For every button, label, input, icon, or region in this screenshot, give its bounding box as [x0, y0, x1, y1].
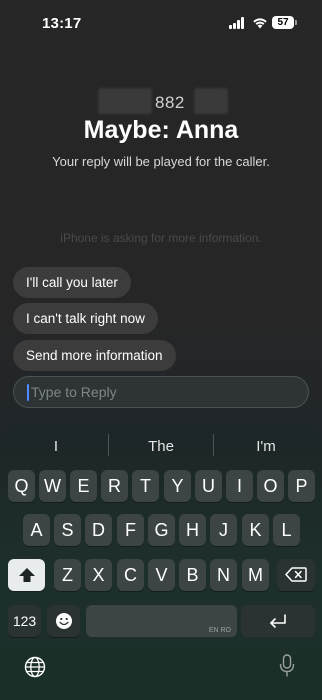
quick-reply-send-info[interactable]: Send more information	[13, 340, 176, 371]
key-h[interactable]: H	[179, 514, 206, 546]
return-key[interactable]	[241, 605, 315, 637]
key-e[interactable]: E	[70, 470, 97, 502]
key-p[interactable]: P	[288, 470, 315, 502]
key-l[interactable]: L	[273, 514, 300, 546]
key-r[interactable]: R	[101, 470, 128, 502]
space-key[interactable]: EN RO	[86, 605, 237, 637]
prediction-3[interactable]: I'm	[213, 438, 319, 455]
key-u[interactable]: U	[195, 470, 222, 502]
caller-number: 882	[155, 93, 185, 112]
quick-reply-call-later[interactable]: I'll call you later	[13, 267, 131, 298]
redacted-number-right	[194, 88, 228, 114]
shift-key[interactable]	[8, 559, 45, 591]
key-w[interactable]: W	[39, 470, 66, 502]
caller-name: Maybe: Anna	[83, 116, 239, 144]
key-m[interactable]: M	[242, 559, 269, 591]
status-time: 13:17	[42, 15, 82, 32]
delete-icon	[285, 567, 307, 582]
numbers-key[interactable]: 123	[8, 605, 41, 637]
key-a[interactable]: A	[23, 514, 50, 546]
signal-icon	[229, 17, 247, 29]
key-c[interactable]: C	[117, 559, 144, 591]
caller-subtitle: Your reply will be played for the caller…	[52, 154, 270, 169]
key-k[interactable]: K	[242, 514, 269, 546]
status-bar: 13:17 57	[0, 0, 322, 44]
microphone-icon[interactable]	[279, 654, 295, 678]
redacted-number-left	[98, 88, 152, 114]
keyboard: I The I'm Q W E R T Y U I O P A S D F G …	[0, 424, 322, 700]
quick-reply-cant-talk[interactable]: I can't talk right now	[13, 303, 158, 334]
key-i[interactable]: I	[226, 470, 253, 502]
text-cursor	[27, 384, 29, 401]
key-d[interactable]: D	[85, 514, 112, 546]
globe-icon[interactable]	[24, 656, 46, 678]
key-g[interactable]: G	[148, 514, 175, 546]
key-s[interactable]: S	[54, 514, 81, 546]
prediction-2[interactable]: The	[108, 438, 214, 455]
battery-icon: 57	[272, 16, 294, 29]
key-o[interactable]: O	[257, 470, 284, 502]
key-v[interactable]: V	[148, 559, 175, 591]
key-b[interactable]: B	[179, 559, 206, 591]
emoji-icon	[55, 613, 72, 629]
key-q[interactable]: Q	[8, 470, 35, 502]
reply-input[interactable]: Type to Reply	[13, 376, 309, 408]
prediction-1[interactable]: I	[3, 438, 109, 455]
key-y[interactable]: Y	[164, 470, 191, 502]
key-j[interactable]: J	[210, 514, 237, 546]
delete-key[interactable]	[277, 559, 315, 591]
space-language-label: EN RO	[208, 627, 231, 634]
info-text: iPhone is asking for more information.	[60, 231, 262, 245]
key-f[interactable]: F	[117, 514, 144, 546]
emoji-key[interactable]	[47, 605, 80, 637]
battery-tip	[295, 20, 297, 25]
key-x[interactable]: X	[85, 559, 112, 591]
reply-placeholder: Type to Reply	[31, 384, 117, 400]
wifi-icon	[253, 18, 267, 29]
key-z[interactable]: Z	[54, 559, 81, 591]
key-t[interactable]: T	[132, 470, 159, 502]
shift-icon	[18, 568, 35, 582]
key-n[interactable]: N	[210, 559, 237, 591]
return-icon	[270, 614, 286, 628]
